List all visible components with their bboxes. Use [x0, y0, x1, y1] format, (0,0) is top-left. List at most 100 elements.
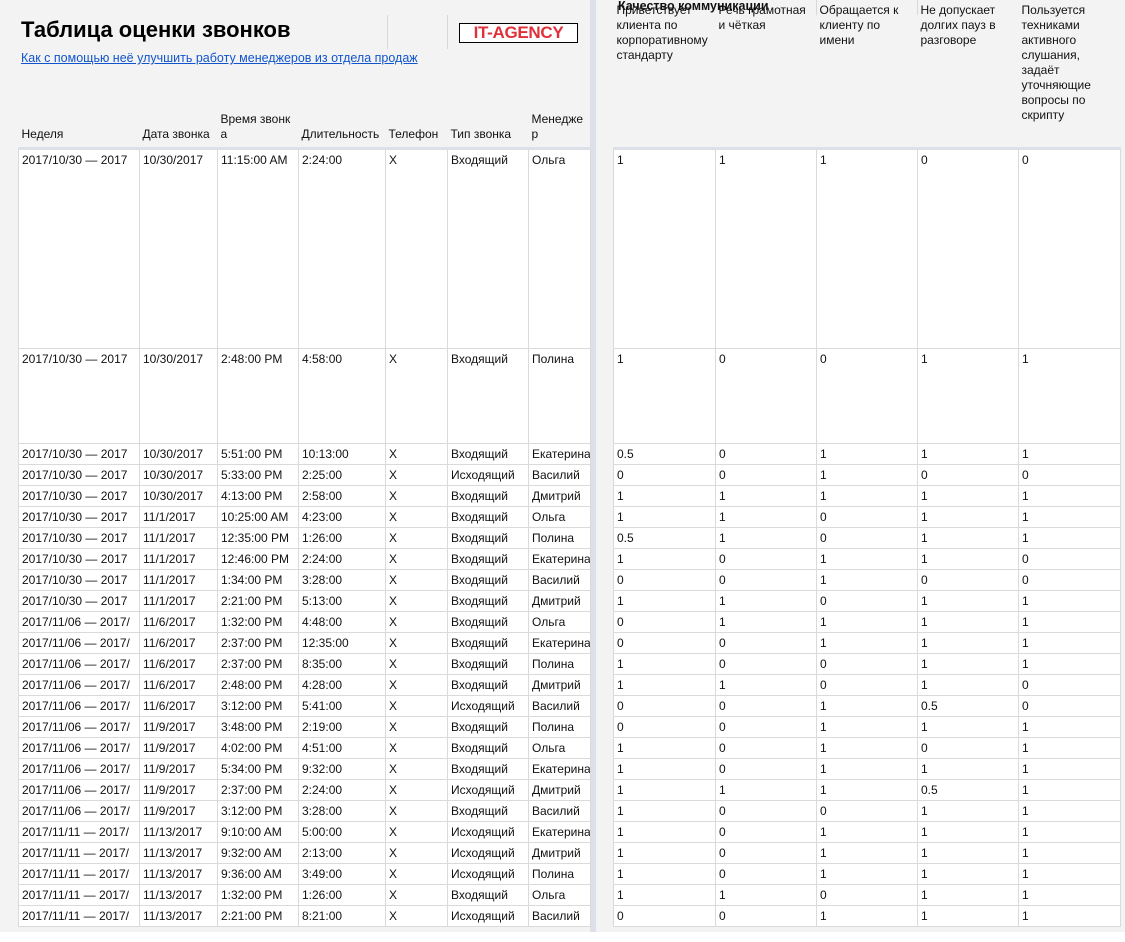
cell-call-time[interactable]: 2:37:00 PM — [217, 631, 299, 654]
cell-addresses-by-name[interactable]: 1 — [816, 148, 918, 349]
cell-greeting[interactable]: 1 — [613, 757, 716, 780]
cell-active-listening[interactable]: 1 — [1018, 631, 1121, 654]
cell-call-time[interactable]: 9:32:00 AM — [217, 841, 299, 864]
cell-speech[interactable]: 0 — [715, 715, 817, 738]
cell-call-type[interactable]: Входящий — [447, 505, 529, 528]
cell-greeting[interactable]: 1 — [613, 841, 716, 864]
cell-phone[interactable]: X — [385, 883, 448, 906]
cell-phone[interactable]: X — [385, 778, 448, 801]
cell-call-time[interactable]: 2:21:00 PM — [217, 589, 299, 612]
cell-phone[interactable]: X — [385, 589, 448, 612]
cell-speech[interactable]: 1 — [715, 883, 817, 906]
cell-duration[interactable]: 2:19:00 — [298, 715, 386, 738]
cell-manager[interactable]: Ольга — [528, 505, 591, 528]
column-header-active-listening[interactable]: Пользуется техниками активного слушания,… — [1018, 0, 1121, 150]
cell-call-date[interactable]: 11/1/2017 — [139, 505, 218, 528]
cell-phone[interactable]: X — [385, 757, 448, 780]
cell-duration[interactable]: 3:28:00 — [298, 799, 386, 822]
cell-phone[interactable]: X — [385, 484, 448, 507]
cell-no-pauses[interactable]: 1 — [917, 904, 1019, 927]
cell-addresses-by-name[interactable]: 1 — [816, 463, 918, 486]
cell-manager[interactable]: Екатерина — [528, 442, 591, 465]
cell-call-type[interactable]: Входящий — [447, 484, 529, 507]
cell-addresses-by-name[interactable]: 1 — [816, 484, 918, 507]
cell-phone[interactable]: X — [385, 820, 448, 843]
cell-duration[interactable]: 3:49:00 — [298, 862, 386, 885]
cell-addresses-by-name[interactable]: 1 — [816, 568, 918, 591]
cell-call-type[interactable]: Входящий — [447, 673, 529, 696]
cell-week[interactable]: 2017/11/11 — 2017/ — [18, 862, 140, 885]
cell-duration[interactable]: 4:51:00 — [298, 736, 386, 759]
cell-speech[interactable]: 1 — [715, 148, 817, 349]
cell-call-date[interactable]: 11/9/2017 — [139, 778, 218, 801]
cell-call-time[interactable]: 11:15:00 AM — [217, 148, 299, 349]
cell-greeting[interactable]: 1 — [613, 652, 716, 675]
cell-addresses-by-name[interactable]: 1 — [816, 736, 918, 759]
cell-duration[interactable]: 3:28:00 — [298, 568, 386, 591]
cell-call-type[interactable]: Входящий — [447, 589, 529, 612]
cell-manager[interactable]: Екатерина — [528, 820, 591, 843]
cell-active-listening[interactable]: 0 — [1018, 694, 1121, 717]
cell-greeting[interactable]: 1 — [613, 505, 716, 528]
cell-active-listening[interactable]: 1 — [1018, 505, 1121, 528]
cell-active-listening[interactable]: 1 — [1018, 652, 1121, 675]
column-header-phone[interactable]: Телефон — [385, 0, 448, 150]
cell-manager[interactable]: Дмитрий — [528, 589, 591, 612]
cell-greeting[interactable]: 1 — [613, 148, 716, 349]
cell-call-type[interactable]: Исходящий — [447, 778, 529, 801]
cell-manager[interactable]: Ольга — [528, 610, 591, 633]
cell-week[interactable]: 2017/11/06 — 2017/ — [18, 799, 140, 822]
cell-call-type[interactable]: Входящий — [447, 148, 529, 349]
cell-call-time[interactable]: 12:35:00 PM — [217, 526, 299, 549]
cell-week[interactable]: 2017/11/06 — 2017/ — [18, 757, 140, 780]
cell-week[interactable]: 2017/10/30 — 2017 — [18, 526, 140, 549]
cell-phone[interactable]: X — [385, 673, 448, 696]
cell-duration[interactable]: 8:21:00 — [298, 904, 386, 927]
cell-no-pauses[interactable]: 1 — [917, 820, 1019, 843]
cell-greeting[interactable]: 1 — [613, 778, 716, 801]
cell-active-listening[interactable]: 0 — [1018, 568, 1121, 591]
cell-addresses-by-name[interactable]: 1 — [816, 631, 918, 654]
cell-duration[interactable]: 5:00:00 — [298, 820, 386, 843]
cell-no-pauses[interactable]: 0.5 — [917, 694, 1019, 717]
cell-no-pauses[interactable]: 0.5 — [917, 778, 1019, 801]
cell-addresses-by-name[interactable]: 0 — [816, 347, 918, 444]
cell-manager[interactable]: Ольга — [528, 736, 591, 759]
cell-no-pauses[interactable]: 1 — [917, 610, 1019, 633]
cell-no-pauses[interactable]: 1 — [917, 673, 1019, 696]
cell-addresses-by-name[interactable]: 1 — [816, 694, 918, 717]
cell-call-date[interactable]: 11/1/2017 — [139, 589, 218, 612]
cell-call-date[interactable]: 11/13/2017 — [139, 862, 218, 885]
cell-call-date[interactable]: 10/30/2017 — [139, 484, 218, 507]
cell-week[interactable]: 2017/10/30 — 2017 — [18, 148, 140, 349]
cell-call-date[interactable]: 10/30/2017 — [139, 347, 218, 444]
cell-greeting[interactable]: 0.5 — [613, 442, 716, 465]
cell-active-listening[interactable]: 1 — [1018, 526, 1121, 549]
cell-duration[interactable]: 4:28:00 — [298, 673, 386, 696]
cell-call-time[interactable]: 9:10:00 AM — [217, 820, 299, 843]
cell-phone[interactable]: X — [385, 631, 448, 654]
cell-manager[interactable]: Полина — [528, 526, 591, 549]
cell-greeting[interactable]: 1 — [613, 547, 716, 570]
cell-week[interactable]: 2017/11/06 — 2017/ — [18, 694, 140, 717]
cell-no-pauses[interactable]: 0 — [917, 736, 1019, 759]
cell-speech[interactable]: 0 — [715, 904, 817, 927]
cell-addresses-by-name[interactable]: 1 — [816, 904, 918, 927]
cell-phone[interactable]: X — [385, 442, 448, 465]
cell-call-type[interactable]: Исходящий — [447, 841, 529, 864]
cell-speech[interactable]: 0 — [715, 799, 817, 822]
cell-call-date[interactable]: 10/30/2017 — [139, 148, 218, 349]
cell-call-time[interactable]: 2:37:00 PM — [217, 778, 299, 801]
cell-call-date[interactable]: 11/13/2017 — [139, 820, 218, 843]
cell-call-date[interactable]: 11/1/2017 — [139, 568, 218, 591]
cell-phone[interactable]: X — [385, 862, 448, 885]
cell-call-time[interactable]: 1:32:00 PM — [217, 883, 299, 906]
cell-week[interactable]: 2017/10/30 — 2017 — [18, 442, 140, 465]
cell-call-time[interactable]: 1:32:00 PM — [217, 610, 299, 633]
cell-no-pauses[interactable]: 1 — [917, 862, 1019, 885]
cell-duration[interactable]: 2:13:00 — [298, 841, 386, 864]
cell-call-type[interactable]: Входящий — [447, 347, 529, 444]
cell-addresses-by-name[interactable]: 0 — [816, 505, 918, 528]
cell-speech[interactable]: 1 — [715, 505, 817, 528]
cell-manager[interactable]: Екатерина — [528, 757, 591, 780]
